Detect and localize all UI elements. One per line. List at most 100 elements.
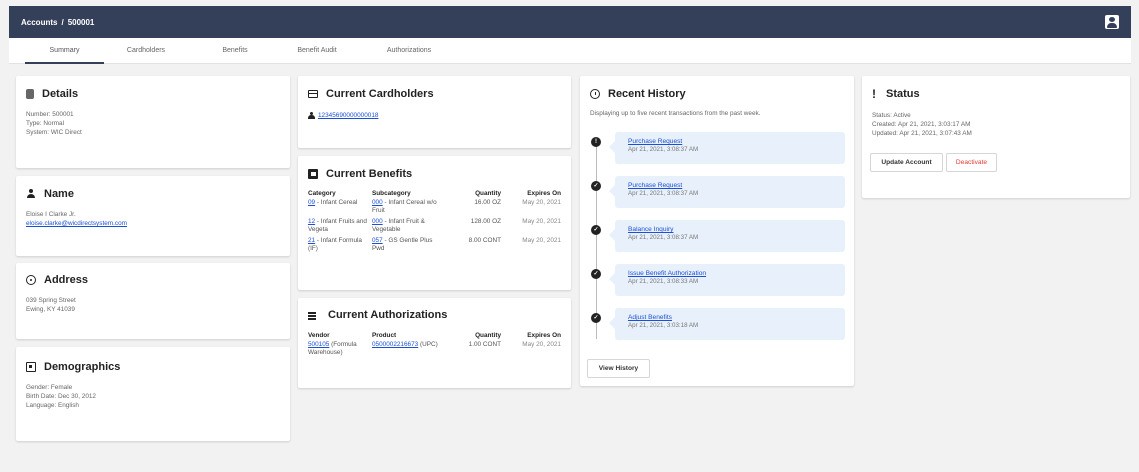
history-item-date: Apr 21, 2021, 3:08:37 AM [628, 146, 699, 153]
tab-benefits[interactable]: Benefits [205, 38, 265, 64]
status-value: Status: Active [872, 112, 911, 119]
cardholders-title: Current Cardholders [326, 88, 434, 100]
demographics-icon [26, 362, 36, 372]
benefits-table: Category Subcategory Quantity Expires On… [308, 190, 561, 255]
subcategory-code-link[interactable]: 000 [372, 199, 383, 206]
tab-summary[interactable]: Summary [25, 38, 104, 64]
deactivate-button[interactable]: Deactivate [946, 153, 997, 172]
cardholder-full-name: Eloise I Clarke Jr. [26, 211, 76, 218]
tab-cardholders[interactable]: Cardholders [109, 38, 183, 64]
subcategory-name: - Infant Cereal w/o Fruit [372, 199, 437, 214]
history-item-date: Apr 21, 2021, 3:08:33 AM [628, 278, 699, 285]
account-icon[interactable] [1105, 15, 1119, 29]
authorizations-list-icon [308, 310, 320, 320]
history-item: Adjust Benefits Apr 21, 2021, 3:03:18 AM [609, 308, 845, 340]
auth-col-expires: Expires On [527, 332, 561, 339]
authorizations-title: Current Authorizations [328, 309, 448, 321]
tab-authorizations[interactable]: Authorizations [373, 38, 445, 64]
cardholders-card: Current Cardholders 12345690000000018 [298, 76, 571, 148]
check-icon: ✓ [591, 269, 601, 279]
history-subtitle: Displaying up to five recent transaction… [590, 110, 761, 117]
category-name: - Infant Cereal [315, 199, 358, 206]
details-type: Type: Normal [26, 120, 65, 127]
benefits-title: Current Benefits [326, 168, 413, 180]
history-item-link[interactable]: Purchase Request [628, 138, 845, 145]
table-row: 12 - Infant Fruits and Vegeta 000 - Infa… [308, 217, 561, 236]
benefit-quantity: 16.00 OZ [474, 199, 501, 206]
history-item-link[interactable]: Purchase Request [628, 182, 845, 189]
details-card: Details Number: 500001 Type: Normal Syst… [16, 76, 290, 168]
details-system: System: WIC Direct [26, 129, 82, 136]
name-card: Name Eloise I Clarke Jr. eloise.clarke@w… [16, 176, 290, 256]
tab-benefit-audit[interactable]: Benefit Audit [285, 38, 349, 64]
category-name: - Infant Fruits and Vegeta [308, 218, 367, 233]
credit-card-icon [308, 90, 318, 98]
breadcrumb-separator: / [61, 17, 64, 27]
history-item-link[interactable]: Adjust Benefits [628, 314, 845, 321]
subcategory-code-link[interactable]: 057 [372, 237, 383, 244]
breadcrumb-accounts[interactable]: Accounts [21, 18, 57, 27]
demographics-title: Demographics [44, 361, 121, 373]
demographics-card: Demographics Gender: Female Birth Date: … [16, 347, 290, 441]
history-item: Issue Benefit Authorization Apr 21, 2021… [609, 264, 845, 296]
authorizations-card: Current Authorizations Vendor Product Qu… [298, 298, 571, 388]
product-code-link[interactable]: 0500002216673 [372, 341, 418, 348]
benefits-col-expires: Expires On [527, 190, 561, 197]
benefits-icon [308, 169, 318, 179]
demographics-gender: Gender: Female [26, 384, 73, 391]
subcategory-code-link[interactable]: 000 [372, 218, 383, 225]
location-icon [26, 275, 36, 285]
benefits-card: Current Benefits Category Subcategory Qu… [298, 156, 571, 290]
check-icon: ✓ [591, 225, 601, 235]
top-app-bar: Accounts / 500001 [9, 6, 1131, 38]
product-type: (UPC) [418, 341, 438, 348]
details-icon [26, 89, 34, 99]
benefits-col-quantity: Quantity [475, 190, 501, 197]
update-account-button[interactable]: Update Account [870, 153, 943, 172]
warning-icon: ! [591, 137, 601, 147]
vendor-code-link[interactable]: 500105 [308, 341, 329, 348]
demographics-birth-date: Birth Date: Dec 30, 2012 [26, 393, 96, 400]
exclamation-icon: ! [872, 87, 876, 101]
category-name: - Infant Formula (IF) [308, 237, 362, 252]
benefit-quantity: 8.00 CONT [468, 237, 501, 244]
breadcrumb-account-id: 500001 [67, 17, 95, 27]
auth-quantity: 1.00 CONT [468, 341, 501, 348]
table-row: 09 - Infant Cereal 000 - Infant Cereal w… [308, 198, 561, 217]
benefits-col-category: Category [308, 190, 336, 197]
auth-col-product: Product [372, 332, 397, 339]
table-row: 21 - Infant Formula (IF) 057 - GS Gentle… [308, 236, 561, 255]
benefit-quantity: 128.00 OZ [470, 218, 501, 225]
history-item-date: Apr 21, 2021, 3:08:37 AM [628, 234, 699, 241]
history-item-date: Apr 21, 2021, 3:08:37 AM [628, 190, 699, 197]
authorizations-table: Vendor Product Quantity Expires On 50010… [308, 332, 561, 359]
address-card: Address 039 Spring Street Ewing, KY 4103… [16, 263, 290, 339]
person-icon [26, 189, 36, 199]
address-title: Address [44, 274, 89, 286]
benefit-expires: May 20, 2021 [522, 199, 561, 206]
history-title: Recent History [608, 88, 686, 100]
status-title: Status [886, 88, 920, 100]
history-timeline [595, 139, 597, 339]
check-icon: ✓ [591, 313, 601, 323]
history-item: Purchase Request Apr 21, 2021, 3:08:37 A… [609, 132, 845, 164]
email-link[interactable]: eloise.clarke@wicdirectsystem.com [26, 219, 127, 228]
check-icon: ✓ [591, 181, 601, 191]
table-row: 500105 (Formula Warehouse) 0500002216673… [308, 340, 561, 359]
status-updated: Updated: Apr 21, 2021, 3:07:43 AM [872, 130, 972, 137]
history-item: Balance Inquiry Apr 21, 2021, 3:08:37 AM [609, 220, 845, 252]
cardholder-number-link[interactable]: 12345690000000018 [318, 112, 378, 119]
benefits-header-row: Category Subcategory Quantity Expires On [308, 190, 561, 198]
auth-col-quantity: Quantity [475, 332, 501, 339]
demographics-language: Language: English [26, 402, 79, 409]
history-item-link[interactable]: Issue Benefit Authorization [628, 270, 845, 277]
breadcrumb: Accounts / 500001 [21, 18, 94, 27]
history-item-link[interactable]: Balance Inquiry [628, 226, 845, 233]
address-line-2: Ewing, KY 41039 [26, 306, 75, 313]
auth-expires: May 20, 2021 [522, 341, 561, 348]
view-history-button[interactable]: View History [587, 359, 650, 378]
address-line-1: 039 Spring Street [26, 297, 76, 304]
details-title: Details [42, 88, 79, 100]
history-icon [590, 89, 600, 99]
name-title: Name [44, 188, 74, 200]
